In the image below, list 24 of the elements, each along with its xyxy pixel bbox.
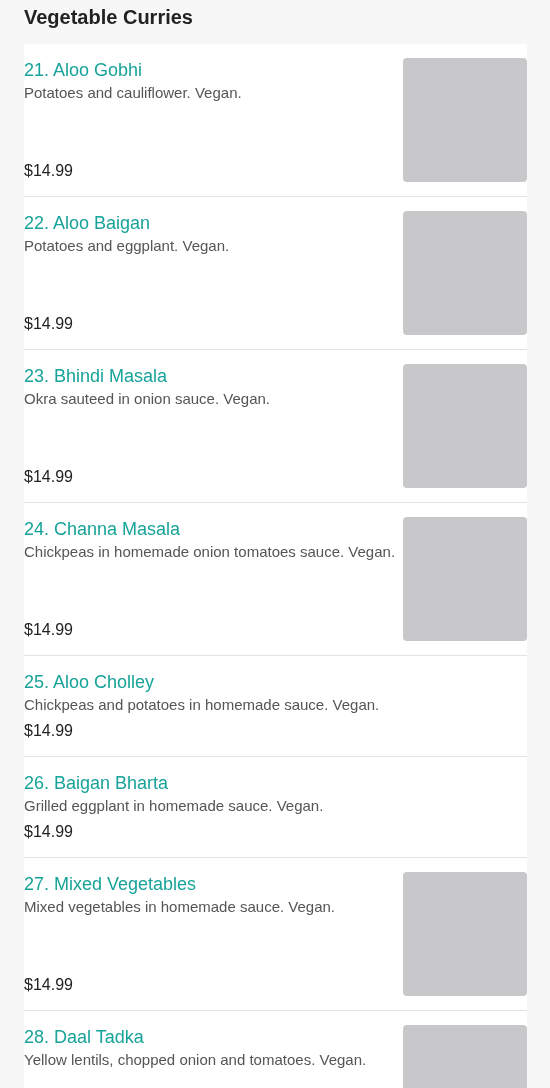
dish-description: Grilled eggplant in homemade sauce. Vegan. (24, 796, 325, 816)
dish-name[interactable]: 23. Bhindi Masala (24, 364, 398, 388)
dish-name[interactable]: 26. Baigan Bharta (24, 771, 527, 795)
section-title: Vegetable Curries (24, 5, 194, 30)
dish-description: Potatoes and cauliflower. Vegan. (24, 83, 243, 103)
dish-price: $14.99 (24, 161, 74, 181)
dish-price: $14.99 (24, 620, 74, 640)
dish-name[interactable]: 21. Aloo Gobhi (24, 58, 398, 82)
dish-price: $14.99 (24, 975, 74, 995)
dish-name[interactable]: 24. Channa Masala (24, 517, 398, 541)
dish-description: Yellow lentils, chopped onion and tomatoes. Vegan. (24, 1050, 368, 1070)
dish-name[interactable]: 25. Aloo Cholley (24, 670, 527, 694)
dish-price: $14.99 (24, 467, 74, 487)
dish-description: Chickpeas and potatoes in homemade sauce. Vegan. (24, 695, 381, 715)
dish-description: Okra sauteed in onion sauce. Vegan. (24, 389, 271, 409)
dish-name[interactable]: 28. Daal Tadka (24, 1025, 398, 1049)
dish-price: $14.99 (24, 822, 74, 842)
dish-price: $14.99 (24, 721, 74, 741)
dish-description: Chickpeas in homemade onion tomatoes sauce. Vegan. (24, 542, 397, 562)
dish-name[interactable]: 27. Mixed Vegetables (24, 872, 398, 896)
dish-description: Mixed vegetables in homemade sauce. Vegan. (24, 897, 337, 917)
dish-price: $14.99 (24, 314, 74, 334)
dish-name[interactable]: 22. Aloo Baigan (24, 211, 398, 235)
dish-description: Potatoes and eggplant. Vegan. (24, 236, 231, 256)
